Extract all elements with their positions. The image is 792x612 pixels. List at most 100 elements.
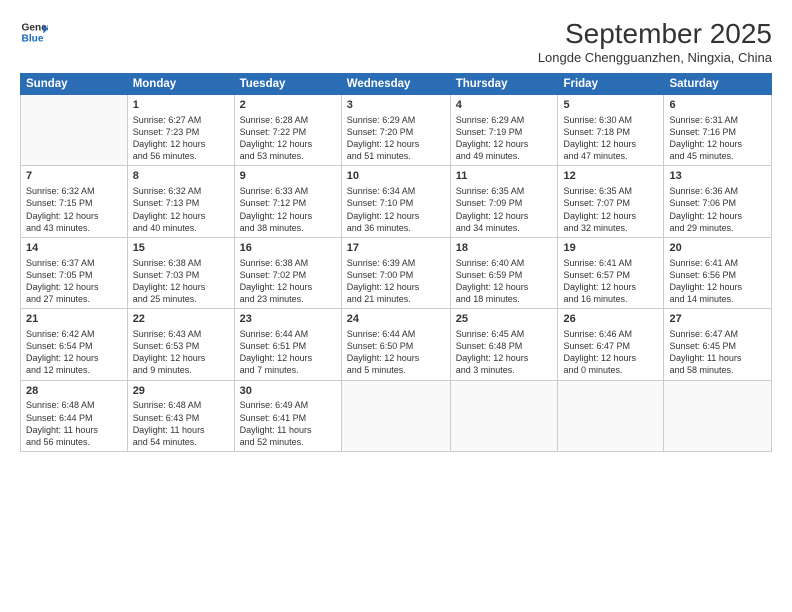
calendar-header-row: SundayMondayTuesdayWednesdayThursdayFrid… bbox=[21, 74, 772, 95]
cell-info: and 21 minutes. bbox=[347, 293, 445, 305]
cell-info: Sunset: 7:10 PM bbox=[347, 197, 445, 209]
cell-info: Sunset: 7:15 PM bbox=[26, 197, 122, 209]
day-number: 4 bbox=[456, 98, 553, 113]
cell-info: Sunset: 6:59 PM bbox=[456, 269, 553, 281]
calendar-week-row: 28Sunrise: 6:48 AMSunset: 6:44 PMDayligh… bbox=[21, 380, 772, 451]
cell-info: Sunset: 6:56 PM bbox=[669, 269, 766, 281]
calendar-cell: 13Sunrise: 6:36 AMSunset: 7:06 PMDayligh… bbox=[664, 166, 772, 237]
cell-info: Sunrise: 6:45 AM bbox=[456, 328, 553, 340]
calendar-cell: 2Sunrise: 6:28 AMSunset: 7:22 PMDaylight… bbox=[234, 95, 341, 166]
calendar-cell: 10Sunrise: 6:34 AMSunset: 7:10 PMDayligh… bbox=[341, 166, 450, 237]
cell-info: Sunset: 6:53 PM bbox=[133, 340, 229, 352]
calendar-week-row: 21Sunrise: 6:42 AMSunset: 6:54 PM Dayligh… bbox=[21, 309, 772, 380]
cell-info: Daylight: 12 hours bbox=[563, 352, 658, 364]
cell-info: Daylight: 12 hours bbox=[563, 210, 658, 222]
day-number: 25 bbox=[456, 312, 553, 327]
cell-info: Sunrise: 6:48 AM bbox=[133, 399, 229, 411]
day-number: 3 bbox=[347, 98, 445, 113]
cell-info: and 0 minutes. bbox=[563, 364, 658, 376]
cell-info: Daylight: 11 hours bbox=[26, 424, 122, 436]
cell-info: and 12 minutes. bbox=[26, 364, 122, 376]
day-number: 20 bbox=[669, 241, 766, 256]
day-number: 21 bbox=[26, 312, 122, 327]
cell-info: and 52 minutes. bbox=[240, 436, 336, 448]
col-header-wednesday: Wednesday bbox=[341, 74, 450, 95]
day-number: 30 bbox=[240, 384, 336, 399]
calendar-cell bbox=[450, 380, 558, 451]
day-number: 26 bbox=[563, 312, 658, 327]
col-header-sunday: Sunday bbox=[21, 74, 128, 95]
cell-info: Sunset: 6:48 PM bbox=[456, 340, 553, 352]
cell-info: Daylight: 12 hours bbox=[456, 281, 553, 293]
calendar-table: SundayMondayTuesdayWednesdayThursdayFrid… bbox=[20, 73, 772, 452]
cell-info: and 5 minutes. bbox=[347, 364, 445, 376]
cell-info: Daylight: 12 hours bbox=[456, 352, 553, 364]
cell-info: Sunset: 6:41 PM bbox=[240, 412, 336, 424]
cell-info: Sunset: 7:00 PM bbox=[347, 269, 445, 281]
day-number: 8 bbox=[133, 169, 229, 184]
cell-info: Sunrise: 6:42 AM bbox=[26, 328, 122, 340]
cell-info: Sunrise: 6:38 AM bbox=[133, 257, 229, 269]
calendar-week-row: 1Sunrise: 6:27 AMSunset: 7:23 PMDaylight… bbox=[21, 95, 772, 166]
cell-info: Sunset: 7:05 PM bbox=[26, 269, 122, 281]
cell-info: Sunrise: 6:29 AM bbox=[347, 114, 445, 126]
logo: General Blue bbox=[20, 18, 48, 46]
cell-info: Sunrise: 6:44 AM bbox=[347, 328, 445, 340]
cell-info: Sunset: 7:20 PM bbox=[347, 126, 445, 138]
day-number: 23 bbox=[240, 312, 336, 327]
cell-info: Daylight: 12 hours bbox=[240, 281, 336, 293]
cell-info: Sunrise: 6:28 AM bbox=[240, 114, 336, 126]
day-number: 7 bbox=[26, 169, 122, 184]
cell-info: Daylight: 12 hours bbox=[563, 281, 658, 293]
day-number: 14 bbox=[26, 241, 122, 256]
calendar-cell: 12Sunrise: 6:35 AMSunset: 7:07 PMDayligh… bbox=[558, 166, 664, 237]
logo-icon: General Blue bbox=[20, 18, 48, 46]
cell-info: Sunrise: 6:31 AM bbox=[669, 114, 766, 126]
day-number: 1 bbox=[133, 98, 229, 113]
cell-info: Sunset: 7:12 PM bbox=[240, 197, 336, 209]
calendar-cell bbox=[341, 380, 450, 451]
calendar-week-row: 14Sunrise: 6:37 AMSunset: 7:05 PMDayligh… bbox=[21, 237, 772, 308]
cell-info: Sunrise: 6:48 AM bbox=[26, 399, 122, 411]
cell-info: Sunrise: 6:43 AM bbox=[133, 328, 229, 340]
calendar-cell: 21Sunrise: 6:42 AMSunset: 6:54 PMDayligh… bbox=[21, 309, 128, 380]
cell-info: Daylight: 11 hours bbox=[240, 424, 336, 436]
location-subtitle: Longde Chengguanzhen, Ningxia, China bbox=[538, 50, 772, 65]
cell-info: Sunset: 7:16 PM bbox=[669, 126, 766, 138]
cell-info: Sunset: 6:54 PM bbox=[26, 340, 122, 352]
cell-info: Daylight: 12 hours bbox=[347, 138, 445, 150]
cell-info: and 53 minutes. bbox=[240, 150, 336, 162]
cell-info: Daylight: 12 hours bbox=[347, 281, 445, 293]
cell-info: Sunrise: 6:49 AM bbox=[240, 399, 336, 411]
cell-info: Sunset: 7:18 PM bbox=[563, 126, 658, 138]
cell-info: and 32 minutes. bbox=[563, 222, 658, 234]
cell-info: Sunset: 6:44 PM bbox=[26, 412, 122, 424]
day-number: 22 bbox=[133, 312, 229, 327]
cell-info: and 18 minutes. bbox=[456, 293, 553, 305]
cell-info: and 36 minutes. bbox=[347, 222, 445, 234]
cell-info: Sunrise: 6:29 AM bbox=[456, 114, 553, 126]
calendar-cell: 26Sunrise: 6:46 AMSunset: 6:47 PMDayligh… bbox=[558, 309, 664, 380]
cell-info: Sunrise: 6:41 AM bbox=[669, 257, 766, 269]
calendar-cell bbox=[664, 380, 772, 451]
title-block: September 2025 Longde Chengguanzhen, Nin… bbox=[538, 18, 772, 65]
cell-info: and 23 minutes. bbox=[240, 293, 336, 305]
cell-info: Sunset: 7:19 PM bbox=[456, 126, 553, 138]
calendar-cell: 5Sunrise: 6:30 AMSunset: 7:18 PMDaylight… bbox=[558, 95, 664, 166]
svg-text:Blue: Blue bbox=[22, 33, 44, 44]
cell-info: Daylight: 12 hours bbox=[669, 138, 766, 150]
cell-info: Daylight: 12 hours bbox=[669, 281, 766, 293]
cell-info: Sunset: 6:45 PM bbox=[669, 340, 766, 352]
day-number: 12 bbox=[563, 169, 658, 184]
cell-info: Sunrise: 6:38 AM bbox=[240, 257, 336, 269]
cell-info: and 3 minutes. bbox=[456, 364, 553, 376]
cell-info: and 56 minutes. bbox=[133, 150, 229, 162]
cell-info: Sunrise: 6:34 AM bbox=[347, 185, 445, 197]
cell-info: Sunset: 7:22 PM bbox=[240, 126, 336, 138]
cell-info: Sunrise: 6:32 AM bbox=[133, 185, 229, 197]
calendar-cell: 28Sunrise: 6:48 AMSunset: 6:44 PMDayligh… bbox=[21, 380, 128, 451]
day-number: 28 bbox=[26, 384, 122, 399]
cell-info: Sunrise: 6:35 AM bbox=[563, 185, 658, 197]
cell-info: Sunset: 6:51 PM bbox=[240, 340, 336, 352]
cell-info: and 40 minutes. bbox=[133, 222, 229, 234]
